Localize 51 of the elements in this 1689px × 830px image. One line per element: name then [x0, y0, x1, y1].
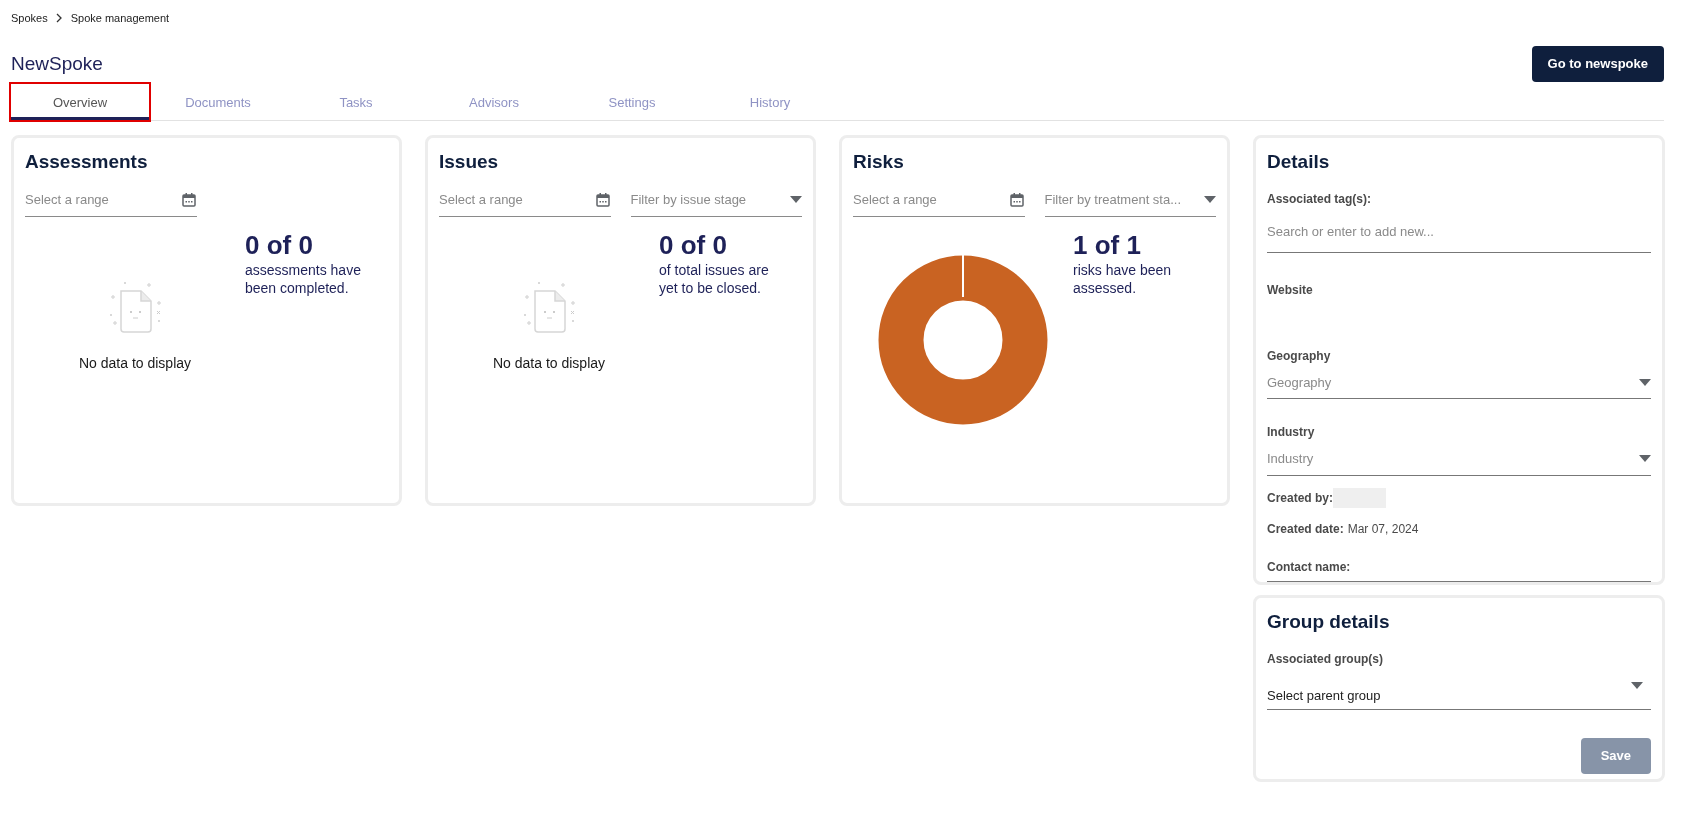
- calendar-icon: [1008, 191, 1025, 208]
- breadcrumb-link[interactable]: Spoke management: [70, 9, 170, 27]
- dropdown-caret-icon: [1639, 455, 1651, 463]
- dropdown-field[interactable]: Geography: [1267, 372, 1651, 399]
- dropdown-caret-icon: [1204, 196, 1216, 204]
- dropdown-caret-icon: [1639, 378, 1651, 386]
- card-title: Risks: [853, 150, 905, 174]
- save-button[interactable]: Save: [1580, 738, 1651, 774]
- date-range-field[interactable]: Select a range: [439, 186, 611, 217]
- field-label: Contact name:: [1267, 559, 1351, 574]
- tab[interactable]: Documents: [149, 84, 287, 120]
- card-title: Issues: [439, 150, 500, 174]
- chevron-right-icon: [55, 13, 63, 23]
- field-label: Created date:: [1267, 520, 1344, 538]
- field-label: Geography: [1267, 348, 1331, 363]
- empty-state-text: No data to display: [78, 353, 192, 373]
- dropdown-field[interactable]: Industry: [1267, 449, 1651, 476]
- date-range-field[interactable]: Select a range: [853, 186, 1025, 217]
- stat-caption: assessments have been completed.: [245, 260, 362, 297]
- filter-dropdown[interactable]: Filter by issue stage: [630, 186, 802, 217]
- tags-input-field[interactable]: Search or enter to add new...: [1267, 218, 1651, 253]
- stat-count: 1 of 1: [1073, 228, 1142, 261]
- tab[interactable]: Tasks: [287, 84, 425, 120]
- calendar-icon: [181, 191, 197, 208]
- stat-count: 0 of 0: [245, 228, 314, 261]
- tab[interactable]: Settings: [563, 84, 701, 120]
- card-title: Details: [1267, 150, 1331, 174]
- dropdown-caret-icon: [790, 196, 802, 204]
- empty-state-text: No data to display: [492, 353, 606, 373]
- card-title: Assessments: [25, 150, 149, 174]
- stat-caption: of total issues are yet to be closed.: [659, 260, 770, 297]
- field-label: Created by:: [1267, 489, 1334, 507]
- field-label: Associated group(s): [1267, 652, 1383, 666]
- date-range-field[interactable]: Select a range: [25, 186, 197, 217]
- page-title: NewSpoke: [11, 51, 103, 76]
- tab[interactable]: Advisors: [425, 84, 563, 120]
- field-label: Associated tag(s):: [1267, 192, 1372, 206]
- field-label: Industry: [1267, 425, 1315, 439]
- parent-group-dropdown[interactable]: Select parent group: [1267, 682, 1651, 710]
- tab[interactable]: History: [701, 84, 839, 120]
- breadcrumb-link[interactable]: Spokes: [11, 9, 48, 27]
- created-date-value: Mar 07, 2024: [1347, 520, 1419, 538]
- dropdown-caret-icon: [1631, 682, 1643, 689]
- calendar-icon: [594, 191, 611, 208]
- stat-count: 0 of 0: [659, 228, 728, 261]
- stat-caption: risks have been assessed.: [1073, 260, 1173, 297]
- go-to-button[interactable]: Go to newspoke: [1531, 46, 1664, 82]
- filter-dropdown[interactable]: Filter by treatment sta...: [1044, 186, 1216, 217]
- field-label: Website: [1267, 282, 1313, 297]
- card-title: Group details: [1267, 610, 1391, 634]
- tab[interactable]: Overview: [11, 84, 149, 120]
